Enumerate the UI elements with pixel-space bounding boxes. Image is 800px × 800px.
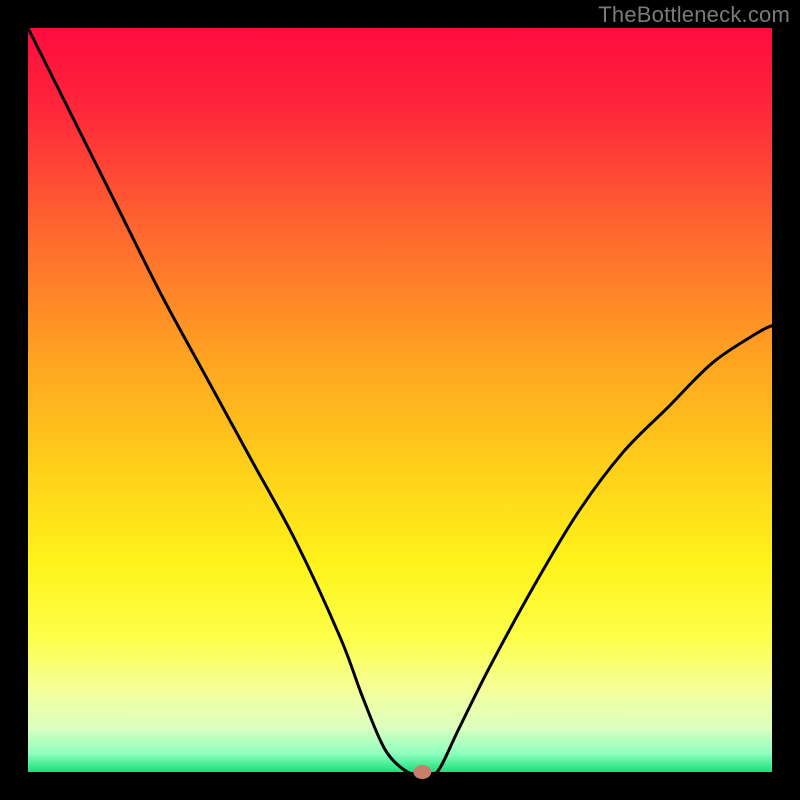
bottleneck-chart (0, 0, 800, 800)
chart-container: TheBottleneck.com (0, 0, 800, 800)
plot-background (28, 28, 772, 772)
optimum-marker (413, 765, 431, 779)
watermark-text: TheBottleneck.com (598, 2, 790, 28)
